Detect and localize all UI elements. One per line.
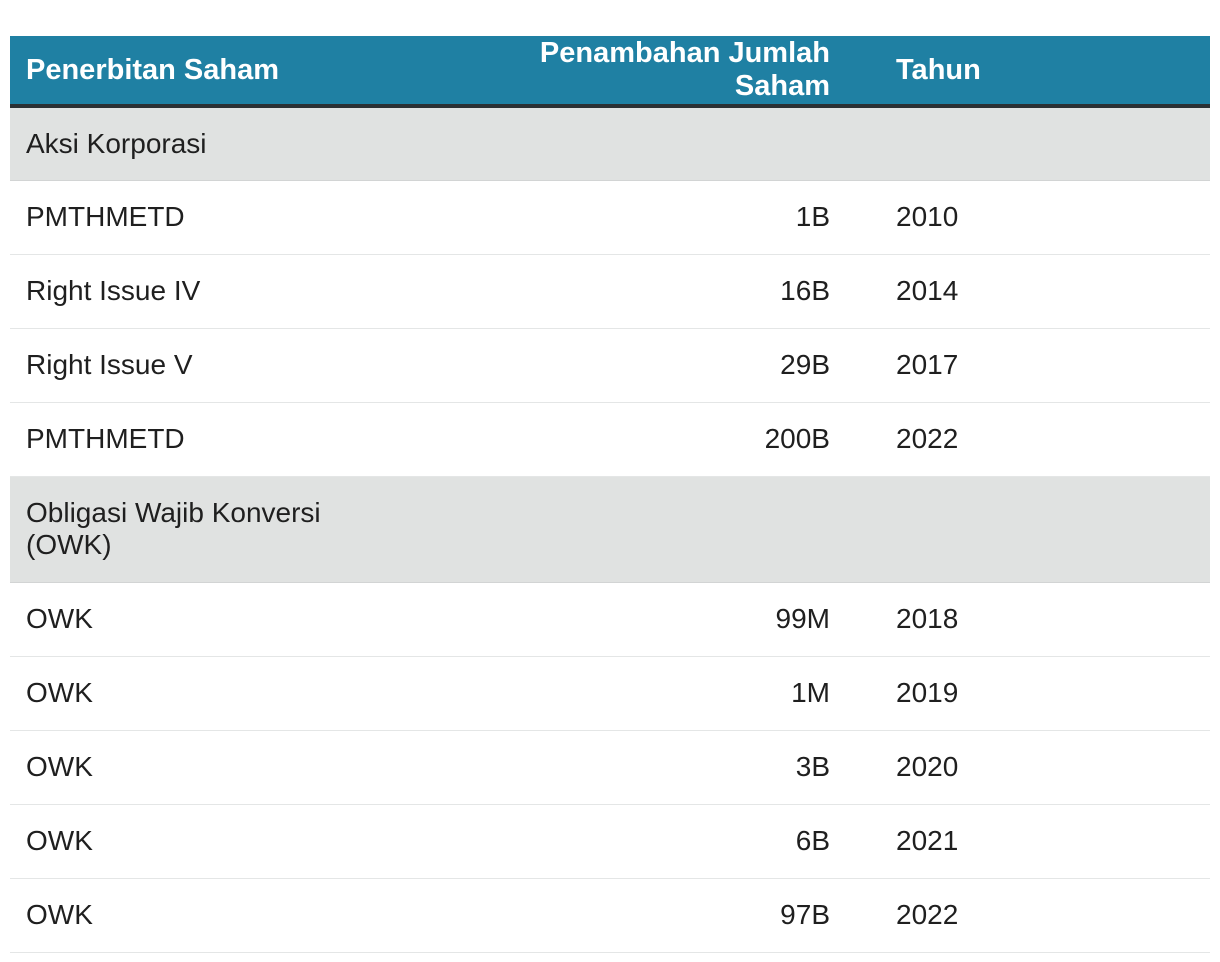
cell-name: Right Issue IV	[10, 254, 450, 329]
header-year[interactable]: Tahun	[880, 36, 1210, 106]
cell-shares: 16B	[450, 254, 880, 329]
cell-year: 2019	[880, 656, 1210, 731]
cell-name: PMTHMETD	[10, 402, 450, 477]
table-row: OWK 97B 2022	[10, 878, 1210, 953]
header-issuance[interactable]: Penerbitan Saham	[10, 36, 450, 106]
cell-year: 2020	[880, 730, 1210, 805]
header-added-shares[interactable]: Penambahan Jumlah Saham	[450, 36, 880, 106]
table-row: Right Issue V 29B 2017	[10, 328, 1210, 403]
table-row: OWK 3B 2020	[10, 730, 1210, 805]
table-row: PMTHMETD 1B 2010	[10, 180, 1210, 255]
cell-shares: 6B	[450, 804, 880, 879]
group-label-cell: Aksi Korporasi	[10, 106, 1210, 181]
group-row-aksi-korporasi: Aksi Korporasi	[10, 106, 1210, 181]
cell-year: 2022	[880, 402, 1210, 477]
group-label-cell: Obligasi Wajib Konversi (OWK)	[10, 476, 1210, 583]
table-body: Aksi Korporasi PMTHMETD 1B 2010 Right Is…	[10, 106, 1210, 953]
share-issuance-table: Penerbitan Saham Penambahan Jumlah Saham…	[10, 36, 1210, 953]
group-label: Obligasi Wajib Konversi (OWK)	[26, 497, 321, 560]
cell-shares: 97B	[450, 878, 880, 953]
cell-year: 2022	[880, 878, 1210, 953]
cell-year: 2017	[880, 328, 1210, 403]
cell-name: PMTHMETD	[10, 180, 450, 255]
share-issuance-table-container: Penerbitan Saham Penambahan Jumlah Saham…	[10, 36, 1210, 953]
cell-year: 2018	[880, 582, 1210, 657]
table-header: Penerbitan Saham Penambahan Jumlah Saham…	[10, 36, 1210, 106]
cell-shares: 3B	[450, 730, 880, 805]
cell-shares: 1M	[450, 656, 880, 731]
cell-name: Right Issue V	[10, 328, 450, 403]
cell-name: OWK	[10, 582, 450, 657]
cell-shares: 200B	[450, 402, 880, 477]
group-row-owk: Obligasi Wajib Konversi (OWK)	[10, 476, 1210, 583]
cell-shares: 1B	[450, 180, 880, 255]
cell-shares: 99M	[450, 582, 880, 657]
cell-name: OWK	[10, 730, 450, 805]
table-row: OWK 99M 2018	[10, 582, 1210, 657]
cell-name: OWK	[10, 878, 450, 953]
table-row: OWK 6B 2021	[10, 804, 1210, 879]
group-label: Aksi Korporasi	[26, 127, 207, 159]
table-row: Right Issue IV 16B 2014	[10, 254, 1210, 329]
cell-shares: 29B	[450, 328, 880, 403]
cell-name: OWK	[10, 804, 450, 879]
cell-name: OWK	[10, 656, 450, 731]
header-row: Penerbitan Saham Penambahan Jumlah Saham…	[10, 36, 1210, 106]
cell-year: 2010	[880, 180, 1210, 255]
table-row: OWK 1M 2019	[10, 656, 1210, 731]
table-row: PMTHMETD 200B 2022	[10, 402, 1210, 477]
cell-year: 2014	[880, 254, 1210, 329]
cell-year: 2021	[880, 804, 1210, 879]
